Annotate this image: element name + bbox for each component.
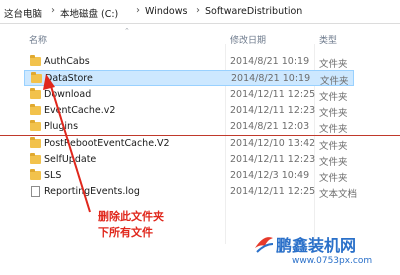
column-header-name[interactable]: 名称	[29, 33, 47, 46]
sort-up-icon: ⌃	[124, 27, 130, 35]
item-type: 文件夹	[319, 59, 348, 70]
item-type: 文件夹	[319, 173, 348, 184]
item-type: 文件夹	[319, 108, 348, 119]
divider-line	[0, 135, 400, 136]
item-date: 2014/12/11 12:23	[230, 105, 316, 116]
annotation-line-1: 删除此文件夹	[98, 210, 164, 223]
list-item-sls[interactable]: SLS 2014/12/3 10:49 文件夹	[24, 168, 354, 184]
item-name: SLS	[44, 170, 62, 181]
chevron-right-icon[interactable]: ›	[51, 5, 55, 16]
folder-icon	[30, 169, 41, 180]
breadcrumb-this-pc[interactable]: 这台电脑	[4, 6, 42, 20]
item-name: SelfUpdate	[44, 154, 97, 165]
address-bar[interactable]: 这台电脑 › 本地磁盘 (C:) › Windows › SoftwareDis…	[0, 0, 400, 24]
item-type: 文件夹	[319, 124, 348, 135]
item-name: PostRebootEventCache.V2	[44, 138, 170, 149]
watermark-url: www.0753px.com	[292, 256, 373, 266]
item-date: 2014/12/3 10:49	[230, 170, 310, 181]
list-item-datastore[interactable]: DataStore 2014/8/21 10:19 文件夹	[24, 70, 354, 87]
folder-icon	[30, 137, 41, 148]
breadcrumb-software-distribution[interactable]: SoftwareDistribution	[205, 6, 302, 17]
list-item-postrebooteventcache[interactable]: PostRebootEventCache.V2 2014/12/10 13:42…	[24, 136, 354, 152]
item-date: 2014/8/21 10:19	[230, 56, 310, 67]
column-header-date[interactable]: 修改日期	[230, 33, 266, 46]
list-item-authcabs[interactable]: AuthCabs 2014/8/21 10:19 文件夹	[24, 54, 354, 70]
folder-icon	[30, 120, 41, 131]
item-date: 2014/8/21 12:03	[230, 121, 310, 132]
annotation-line-2: 下所有文件	[98, 226, 153, 239]
folder-icon	[30, 153, 41, 164]
breadcrumb-windows[interactable]: Windows	[145, 6, 187, 17]
list-item-eventcache[interactable]: EventCache.v2 2014/12/11 12:23 文件夹	[24, 103, 354, 119]
column-header-type[interactable]: 类型	[319, 33, 337, 46]
list-item-plugins[interactable]: Plugins 2014/8/21 12:03 文件夹	[24, 119, 354, 135]
chevron-right-icon[interactable]: ›	[136, 5, 140, 16]
folder-icon	[30, 88, 41, 99]
item-date: 2014/12/11 12:25	[230, 186, 316, 197]
item-name: Plugins	[44, 121, 79, 132]
text-file-icon	[31, 186, 40, 197]
item-type: 文件夹	[319, 141, 348, 152]
list-item-selfupdate[interactable]: SelfUpdate 2014/12/11 12:23 文件夹	[24, 152, 354, 168]
folder-icon	[30, 55, 41, 66]
item-type: 文本文档	[319, 189, 358, 200]
item-type: 文件夹	[319, 92, 348, 103]
item-date: 2014/12/11 12:23	[230, 154, 316, 165]
list-item-reportingevents[interactable]: ReportingEvents.log 2014/12/11 12:25 文本文…	[24, 184, 358, 200]
watermark-title: 鹏鑫装机网	[276, 236, 357, 255]
chevron-right-icon[interactable]: ›	[196, 5, 200, 16]
item-name: DataStore	[45, 73, 93, 84]
folder-icon	[31, 72, 42, 83]
folder-icon	[30, 104, 41, 115]
watermark-logo-icon	[255, 237, 274, 253]
item-type: 文件夹	[320, 76, 349, 87]
item-date: 2014/8/21 10:19	[231, 73, 311, 84]
item-name: EventCache.v2	[44, 105, 116, 116]
item-name: ReportingEvents.log	[44, 186, 140, 197]
item-name: AuthCabs	[44, 56, 90, 67]
breadcrumb-local-disk[interactable]: 本地磁盘 (C:)	[60, 6, 118, 20]
item-name: Download	[44, 89, 92, 100]
item-date: 2014/12/11 12:25	[230, 89, 316, 100]
item-type: 文件夹	[319, 157, 348, 168]
list-item-download[interactable]: Download 2014/12/11 12:25 文件夹	[24, 87, 354, 103]
item-date: 2014/12/10 13:42	[230, 138, 316, 149]
